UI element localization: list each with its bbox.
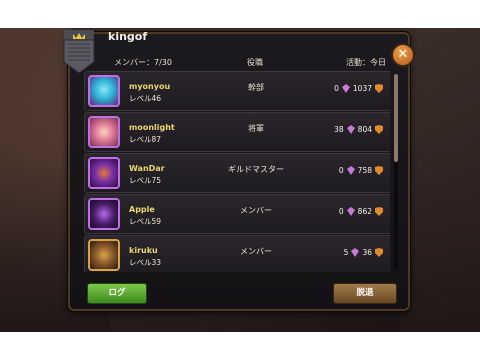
shield-icon — [375, 206, 383, 216]
member-name: kiruku — [129, 246, 158, 255]
stat-b: 1037 — [352, 83, 372, 93]
member-stats: 0 758 — [339, 164, 383, 176]
stat-a: 0 — [334, 83, 339, 93]
stat-b: 804 — [357, 124, 372, 134]
close-button[interactable]: ✕ — [391, 43, 415, 67]
shield-icon — [375, 165, 383, 175]
member-stats: 38 804 — [334, 123, 383, 135]
stat-a: 38 — [334, 124, 344, 134]
member-list[interactable]: myonyou レベル46 幹部 0 1037 moonlight レベル87 … — [84, 71, 390, 272]
bronze-golem-avatar — [88, 239, 120, 271]
purple-beast-avatar — [88, 157, 120, 189]
member-role: メンバー — [240, 247, 272, 256]
member-level: レベル87 — [129, 135, 162, 144]
member-stats: 0 862 — [339, 205, 383, 217]
member-level: レベル75 — [129, 176, 162, 185]
member-row[interactable]: WanDar レベル75 ギルドマスター 0 758 — [84, 153, 390, 193]
member-level: レベル46 — [129, 94, 162, 103]
member-name: myonyou — [129, 82, 171, 91]
member-level: レベル59 — [129, 217, 162, 226]
role-column-header: 役職 — [247, 58, 263, 67]
member-row[interactable]: Apple レベル59 メンバー 0 862 — [84, 194, 390, 234]
member-role: 将軍 — [248, 124, 264, 133]
member-role: メンバー — [240, 206, 272, 215]
member-role: 幹部 — [248, 83, 264, 92]
member-stats: 0 1037 — [334, 82, 383, 94]
member-row[interactable]: myonyou レベル46 幹部 0 1037 — [84, 71, 390, 111]
stat-a: 5 — [343, 247, 349, 257]
stat-b: 862 — [357, 206, 372, 216]
gem-icon — [351, 247, 360, 257]
close-icon: ✕ — [397, 47, 409, 62]
log-button[interactable]: ログ — [87, 283, 147, 304]
stat-b: 758 — [357, 165, 372, 175]
shield-icon — [375, 83, 383, 93]
member-row[interactable]: moonlight レベル87 将軍 38 804 — [84, 112, 390, 152]
activity-column-header: 活動：今日 — [346, 58, 386, 67]
stat-a: 0 — [338, 165, 344, 175]
dark-portal-avatar — [88, 198, 120, 230]
member-row[interactable]: kiruku レベル33 メンバー 5 36 — [84, 235, 390, 272]
stat-b: 36 — [362, 247, 372, 257]
scrollbar-thumb[interactable] — [394, 74, 398, 162]
member-role: ギルドマスター — [228, 165, 284, 174]
member-name: moonlight — [129, 123, 175, 132]
member-name: WanDar — [129, 164, 165, 173]
member-list-header: メンバー：7/30 役職 活動：今日 — [84, 56, 390, 70]
gem-icon — [341, 83, 350, 93]
guild-name: kingof — [108, 30, 148, 43]
member-count: メンバー：7/30 — [114, 58, 172, 67]
member-stats: 5 36 — [344, 246, 383, 258]
member-level: レベル33 — [129, 258, 162, 267]
member-name: Apple — [129, 205, 155, 214]
pink-hair-girl-avatar — [88, 116, 120, 148]
shield-icon — [375, 124, 383, 134]
leave-guild-button[interactable]: 脱退 — [333, 283, 397, 304]
stat-a: 0 — [338, 206, 344, 216]
blue-spirit-avatar — [88, 75, 120, 107]
gem-icon — [346, 206, 355, 216]
gem-icon — [346, 124, 355, 134]
shield-icon — [375, 247, 383, 257]
gem-icon — [346, 165, 355, 175]
